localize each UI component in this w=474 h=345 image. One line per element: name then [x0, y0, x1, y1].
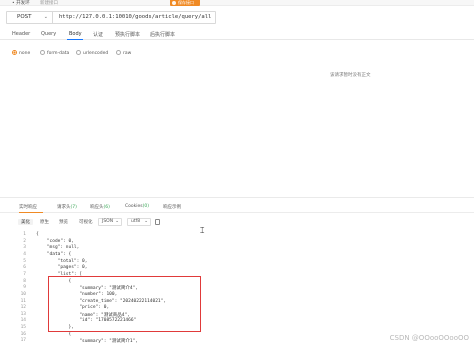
tab-response-headers-label: 响应头	[90, 205, 104, 210]
pretty-button[interactable]: 美化	[18, 219, 33, 225]
tab-request-headers[interactable]: 请求头(7)	[57, 204, 77, 210]
line-number: 9	[23, 285, 26, 291]
line-number: 2	[23, 238, 26, 244]
encoding-value: utf8	[131, 219, 141, 224]
line-number: 5	[23, 258, 26, 264]
active-response-tab-indicator	[19, 212, 43, 213]
tab-response-headers-count: (6)	[103, 205, 110, 210]
line-number: 10	[20, 291, 26, 297]
encoding-select-real[interactable]: utf8 ⌄	[127, 218, 151, 226]
tab-response-examples[interactable]: 响应示例	[163, 204, 181, 210]
code-line: {	[36, 232, 39, 237]
line-number: 13	[20, 311, 26, 317]
line-number: 4	[23, 251, 26, 257]
radio-unchecked-icon	[40, 49, 45, 55]
pane-divider[interactable]	[0, 197, 474, 198]
chevron-down-icon: ⌄	[115, 219, 119, 224]
response-toolbar: 美化 原生 预览 可视化 JSON ⌄ utf8 ⌄	[0, 218, 474, 228]
chevron-down-icon: ⌄	[144, 219, 148, 224]
radio-raw-label: raw	[123, 51, 132, 56]
visualize-button[interactable]: 可视化	[79, 219, 93, 225]
chevron-down-icon: ⌄	[43, 14, 48, 20]
tab-header[interactable]: Header	[12, 31, 30, 37]
top-bar: • 开发环 新建接口 保存接口	[0, 0, 474, 6]
radio-raw[interactable]: raw	[116, 49, 132, 56]
line-number: 3	[23, 245, 26, 251]
line-number: 6	[23, 265, 26, 271]
code-line: "msg": null,	[36, 245, 80, 251]
radio-checked-icon	[12, 49, 17, 55]
tab-live-response[interactable]: 实时响应	[19, 204, 37, 210]
save-interface-button[interactable]: 保存接口	[170, 0, 200, 6]
tab-post-script[interactable]: 后执行脚本	[150, 31, 175, 38]
code-line: "pages": 0,	[36, 265, 88, 271]
line-number: 17	[20, 338, 26, 344]
tab-query[interactable]: Query	[41, 31, 56, 37]
url-input[interactable]: http://127.0.0.1:10010/goods/article/que…	[59, 12, 211, 23]
watermark: CSDN @OOooOOooOO	[389, 334, 469, 342]
request-tabs: Header Query Body 认证 预执行脚本 后执行脚本	[0, 29, 474, 40]
method-select[interactable]: POST ⌄	[7, 12, 53, 23]
line-number: 16	[20, 331, 26, 337]
line-number: 14	[20, 318, 26, 324]
tab-cookies[interactable]: Cookies(0)	[125, 204, 149, 209]
environment-label[interactable]: • 开发环	[12, 0, 30, 6]
save-interface-label: 保存接口	[178, 0, 194, 5]
copy-icon[interactable]	[155, 219, 160, 225]
tab-response-headers[interactable]: 响应头(6)	[90, 204, 110, 210]
raw-button[interactable]: 原生	[40, 219, 49, 225]
tab-body[interactable]: Body	[69, 31, 82, 37]
active-tab-indicator	[67, 39, 83, 40]
format-select[interactable]: JSON ⌄	[98, 218, 122, 226]
code-line: {	[36, 331, 72, 337]
preview-button[interactable]: 预览	[59, 219, 68, 225]
radio-unchecked-icon	[116, 49, 121, 55]
tab-cookies-label: Cookies	[125, 204, 143, 209]
empty-body-message: 该请求暂时没有正文	[330, 73, 371, 78]
tab-live-response-label: 实时响应	[19, 205, 37, 210]
format-value: JSON	[102, 219, 114, 224]
line-number: 11	[20, 298, 26, 304]
tab-request-headers-label: 请求头	[57, 205, 71, 210]
code-line: "summary": "测试简介1",	[36, 339, 138, 345]
line-number: 15	[20, 325, 26, 331]
radio-none[interactable]: none	[12, 49, 31, 56]
radio-none-label: none	[19, 51, 31, 56]
radio-urlencoded-label: urlencoded	[83, 51, 109, 56]
radio-unchecked-icon	[76, 49, 81, 55]
radio-form-data[interactable]: form-data	[40, 49, 70, 56]
radio-form-data-label: form-data	[47, 51, 70, 56]
save-icon	[172, 0, 176, 5]
new-interface-label[interactable]: 新建接口	[40, 0, 58, 6]
tab-response-examples-label: 响应示例	[163, 205, 181, 210]
method-value: POST	[17, 14, 32, 20]
response-tabs: 实时响应 请求头(7) 响应头(6) Cookies(0) 响应示例	[0, 203, 474, 213]
line-number: 7	[23, 271, 26, 277]
url-bar: POST ⌄ http://127.0.0.1:10010/goods/arti…	[6, 11, 216, 24]
line-number: 8	[23, 278, 26, 284]
code-line: "data": {	[36, 251, 72, 257]
highlight-box	[48, 276, 201, 332]
line-number: 1	[23, 232, 26, 237]
code-line: "total": 0,	[36, 258, 88, 264]
tab-auth[interactable]: 认证	[93, 31, 103, 38]
radio-urlencoded[interactable]: urlencoded	[76, 49, 109, 56]
tab-pre-script[interactable]: 预执行脚本	[115, 31, 140, 38]
code-line: "code": 0,	[36, 238, 74, 244]
tab-cookies-count: (0)	[142, 204, 149, 209]
line-number: 12	[20, 305, 26, 311]
tab-request-headers-count: (7)	[70, 205, 77, 210]
text-cursor-icon: 𝙸	[199, 226, 206, 236]
